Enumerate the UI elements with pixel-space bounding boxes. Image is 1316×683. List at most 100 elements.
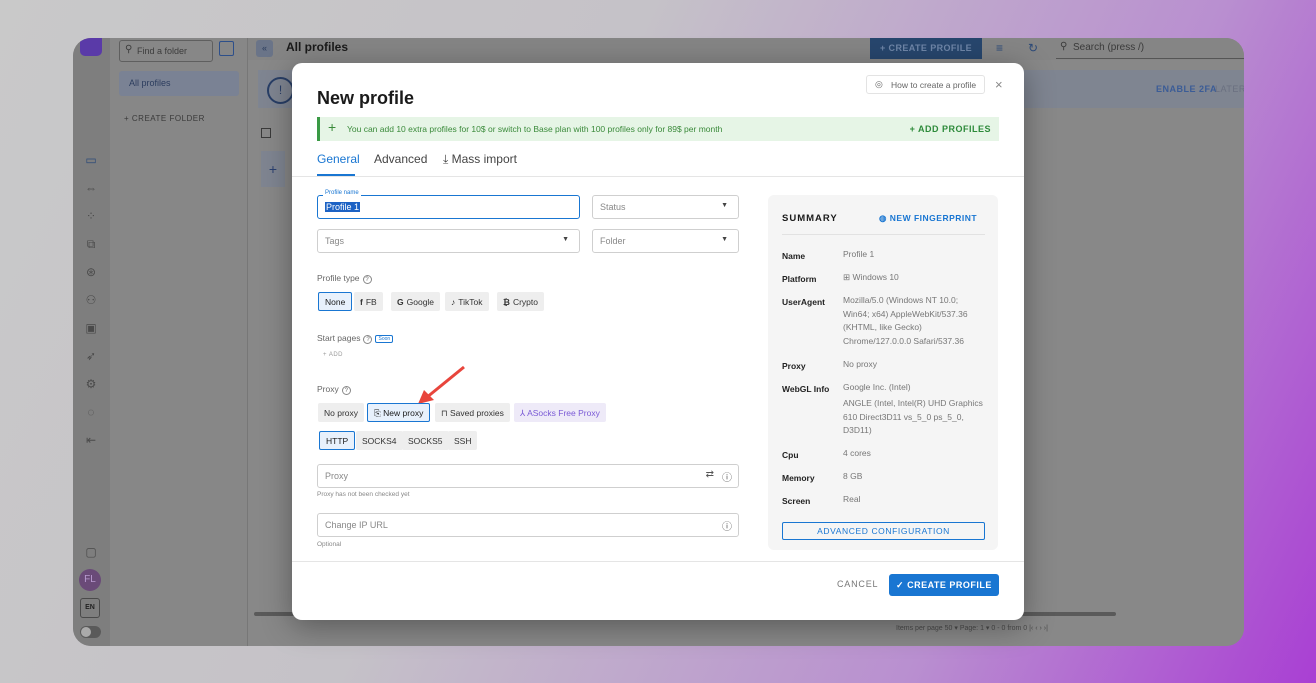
profile-type-none[interactable]: None <box>318 292 353 311</box>
create-folder-button[interactable]: + CREATE FOLDER <box>124 114 205 123</box>
promo-text: You can add 10 extra profiles for 10$ or… <box>347 124 723 134</box>
create-profile-top-button[interactable]: + CREATE PROFILE <box>870 38 982 59</box>
profiles-icon[interactable]: ▭ <box>82 151 100 169</box>
rocket-icon[interactable]: ➶ <box>82 347 100 365</box>
summary-value-webgl-vendor: Google Inc. (Intel) <box>843 382 911 392</box>
profile-name-input[interactable]: Profile name Profile 1 <box>317 190 580 219</box>
shield-icon: ! <box>267 77 294 104</box>
pagination[interactable]: Items per page 50 ▾ Page: 1 ▾ 0 - 0 from… <box>896 624 1048 632</box>
team-icon[interactable]: ⚇ <box>82 291 100 309</box>
tab-mass-import[interactable]: ⤓ Mass import <box>443 152 517 167</box>
create-profile-button[interactable]: ✓ CREATE PROFILE <box>889 574 999 596</box>
avatar[interactable]: FL <box>79 569 101 591</box>
wallet-icon[interactable]: ▢ <box>82 543 100 561</box>
proxy-input[interactable]: Proxy ⇄ ⓘ <box>317 464 739 488</box>
protocol-http[interactable]: HTTP <box>319 431 356 450</box>
info-icon[interactable]: ⓘ <box>722 469 732 484</box>
promo-banner: + You can add 10 extra profiles for 10$ … <box>317 117 999 141</box>
language-button[interactable]: EN <box>80 598 100 618</box>
add-row-button[interactable]: + <box>261 151 285 187</box>
later-button[interactable]: LATER <box>1215 84 1244 94</box>
modal-footer-divider <box>292 561 1024 562</box>
proxy-option-saved-proxies[interactable]: ⊓ Saved proxies <box>435 403 510 422</box>
summary-key-useragent: UserAgent <box>782 297 825 307</box>
theme-toggle[interactable] <box>80 626 101 638</box>
proxy-option-new-proxy[interactable]: ⎘ New proxy <box>367 403 431 422</box>
automation-icon[interactable]: ⁘ <box>82 207 100 225</box>
info-icon[interactable]: ⓘ <box>722 518 732 533</box>
enable-2fa-button[interactable]: ENABLE 2FA <box>1156 84 1217 94</box>
page-title: All profiles <box>286 40 349 54</box>
proxy-option-no-proxy[interactable]: No proxy <box>318 403 365 422</box>
tags-select[interactable]: Tags ▼ <box>317 229 580 253</box>
add-start-page-button[interactable]: + ADD <box>323 352 343 358</box>
help-icon[interactable]: ? <box>363 335 373 344</box>
protocol-socks5[interactable]: SOCKS5 <box>402 431 449 450</box>
new-fingerprint-button[interactable]: ◍ NEW FINGERPRINT <box>879 213 977 224</box>
advanced-configuration-button[interactable]: ADVANCED CONFIGURATION <box>782 522 985 540</box>
extensions-icon[interactable]: ⊛ <box>82 263 100 281</box>
folder-select[interactable]: Folder ▼ <box>592 229 739 253</box>
protocol-socks4[interactable]: SOCKS4 <box>356 431 403 450</box>
help-icon[interactable]: ? <box>341 386 351 395</box>
change-ip-url-input[interactable]: Change IP URL ⓘ <box>317 513 739 537</box>
folder-search-input[interactable]: ⚲ Find a folder <box>119 40 213 62</box>
add-folder-icon[interactable] <box>219 41 234 56</box>
swap-icon[interactable]: ⇄ <box>706 469 714 480</box>
how-to-create-link[interactable]: ◎ How to create a profile <box>866 75 986 94</box>
plus-icon: + <box>328 119 337 135</box>
profile-type-label: Profile type? <box>317 273 372 284</box>
refresh-icon[interactable]: ↻ <box>1028 41 1038 55</box>
google-icon: G <box>397 297 404 307</box>
summary-value-memory: 8 GB <box>843 471 863 481</box>
modal-title: New profile <box>317 88 415 108</box>
settings-icon[interactable]: ⚙ <box>82 375 100 393</box>
select-all-checkbox[interactable] <box>261 128 271 138</box>
profile-type-crypto[interactable]: ₿ Crypto <box>497 292 544 311</box>
summary-value-name: Profile 1 <box>843 249 875 259</box>
lightbulb-icon[interactable]: ◌ <box>82 403 100 421</box>
new-proxy-icon: ⎘ <box>374 408 384 418</box>
profile-type-tiktok[interactable]: ♪ TikTok <box>445 292 489 311</box>
proxy-icon[interactable]: ⇔ <box>82 179 100 197</box>
summary-value-webgl-renderer: ANGLE (Intel, Intel(R) UHD Graphics 610 … <box>843 398 983 435</box>
summary-key-platform: Platform <box>782 274 817 284</box>
profile-name-label: Profile name <box>323 190 361 196</box>
status-select[interactable]: Status ▼ <box>592 195 739 219</box>
copy-icon[interactable]: ⧉ <box>82 235 100 253</box>
proxy-label: Proxy? <box>317 384 351 395</box>
summary-value-proxy: No proxy <box>843 359 878 369</box>
help-icon[interactable]: ? <box>362 275 372 284</box>
tab-general[interactable]: General <box>317 152 360 166</box>
chevron-down-icon: ▼ <box>721 236 728 243</box>
app-logo[interactable] <box>80 38 102 56</box>
search-icon: ⚲ <box>125 44 133 55</box>
summary-value-cpu: 4 cores <box>843 448 871 458</box>
profiles-search-input[interactable]: ⚲ Search (press /) <box>1056 39 1244 59</box>
proxy-option-asocks[interactable]: ⅄ ASocks Free Proxy <box>514 403 606 422</box>
profile-name-value: Profile 1 <box>325 202 361 212</box>
protocol-ssh[interactable]: SSH <box>448 431 478 450</box>
bitcoin-icon: ₿ <box>503 297 510 307</box>
help-circle-icon: ◎ <box>875 79 883 89</box>
tab-advanced[interactable]: Advanced <box>374 152 427 166</box>
collapse-sidebar-button[interactable]: « <box>256 40 273 57</box>
bookmark-icon: ⊓ <box>441 408 450 418</box>
api-icon[interactable]: ▣ <box>82 319 100 337</box>
cancel-button[interactable]: CANCEL <box>837 579 878 589</box>
close-icon[interactable]: × <box>995 77 1003 92</box>
summary-key-screen: Screen <box>782 496 811 506</box>
logout-icon[interactable]: ⇤ <box>82 431 100 449</box>
filter-icon[interactable]: ≡ <box>996 41 1003 55</box>
add-profiles-button[interactable]: + ADD PROFILES <box>910 124 991 134</box>
soon-badge: Soon <box>375 334 394 343</box>
folder-item-all-profiles[interactable]: All profiles <box>119 71 239 96</box>
summary-key-cpu: Cpu <box>782 450 799 460</box>
summary-divider <box>782 234 985 235</box>
profile-type-google[interactable]: G Google <box>391 292 441 311</box>
summary-key-proxy: Proxy <box>782 361 806 371</box>
summary-key-webgl: WebGL Info <box>782 384 830 394</box>
proxy-hint: Proxy has not been checked yet <box>317 491 410 498</box>
new-profile-modal: New profile ◎ How to create a profile × +… <box>292 63 1024 620</box>
profile-type-fb[interactable]: f FB <box>354 292 383 311</box>
